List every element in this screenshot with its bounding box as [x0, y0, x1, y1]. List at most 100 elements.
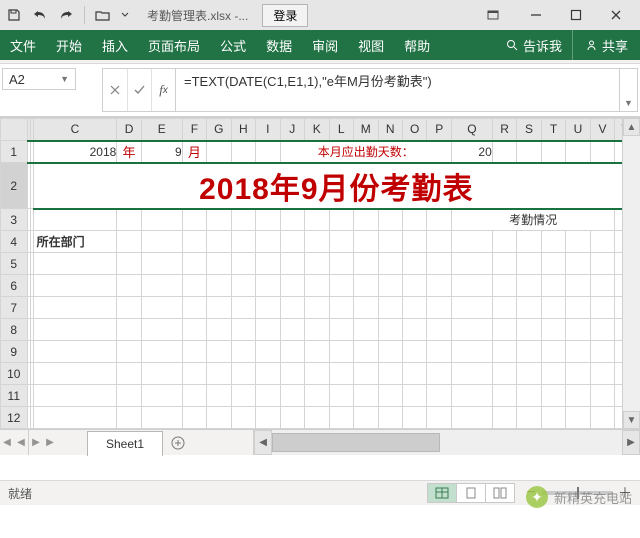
- table-row[interactable]: 10: [1, 363, 623, 385]
- cell[interactable]: 年: [117, 141, 141, 163]
- ribbon-options-icon[interactable]: [476, 0, 510, 30]
- col-header[interactable]: G: [207, 119, 231, 141]
- cell[interactable]: 20: [451, 141, 492, 163]
- tab-nav-prev-icon[interactable]: ◀: [14, 430, 28, 455]
- table-row[interactable]: 11: [1, 385, 623, 407]
- col-header[interactable]: H: [231, 119, 255, 141]
- zoom-out-button[interactable]: −: [527, 484, 536, 502]
- table-row[interactable]: 6: [1, 275, 623, 297]
- col-header[interactable]: C: [33, 119, 117, 141]
- row-header[interactable]: 12: [1, 407, 28, 429]
- qat-dropdown-icon[interactable]: [119, 2, 131, 28]
- col-header[interactable]: K: [305, 119, 329, 141]
- row-header[interactable]: 5: [1, 253, 28, 275]
- col-header[interactable]: J: [280, 119, 304, 141]
- login-button[interactable]: 登录: [262, 4, 308, 27]
- title-cell[interactable]: 2018年9月份考勤表: [33, 163, 622, 209]
- formula-expand-icon[interactable]: ▼: [620, 68, 638, 112]
- row-header[interactable]: 6: [1, 275, 28, 297]
- tab-home[interactable]: 开始: [46, 30, 92, 60]
- tab-formulas[interactable]: 公式: [210, 30, 256, 60]
- col-header[interactable]: L: [329, 119, 353, 141]
- tab-layout[interactable]: 页面布局: [138, 30, 210, 60]
- scroll-right-icon[interactable]: ▶: [622, 430, 640, 455]
- col-header[interactable]: F: [182, 119, 206, 141]
- col-header[interactable]: O: [402, 119, 426, 141]
- table-row[interactable]: 7: [1, 297, 623, 319]
- close-button[interactable]: [596, 0, 636, 30]
- cell[interactable]: 本月应出勤天数：: [280, 141, 451, 163]
- formula-input[interactable]: =TEXT(DATE(C1,E1,1),"e年M月份考勤表"): [175, 68, 620, 112]
- row-header[interactable]: 11: [1, 385, 28, 407]
- undo-icon[interactable]: [30, 2, 50, 28]
- table-row[interactable]: 3 考勤情况: [1, 209, 623, 231]
- cell[interactable]: 9: [141, 141, 182, 163]
- col-header[interactable]: V: [590, 119, 614, 141]
- tab-nav-first-icon[interactable]: ◀: [0, 430, 14, 455]
- redo-icon[interactable]: [56, 2, 76, 28]
- col-header[interactable]: W: [615, 119, 622, 141]
- scroll-left-icon[interactable]: ◀: [254, 430, 272, 455]
- row-header[interactable]: 10: [1, 363, 28, 385]
- name-box[interactable]: A2▼: [2, 68, 76, 90]
- tab-nav-last-icon[interactable]: ▶: [43, 430, 57, 455]
- tab-insert[interactable]: 插入: [92, 30, 138, 60]
- col-header[interactable]: U: [566, 119, 590, 141]
- col-header[interactable]: E: [141, 119, 182, 141]
- col-header[interactable]: T: [541, 119, 565, 141]
- table-row[interactable]: 9: [1, 341, 623, 363]
- col-header[interactable]: M: [354, 119, 378, 141]
- tab-nav-next-icon[interactable]: ▶: [29, 430, 43, 455]
- tab-file[interactable]: 文件: [0, 30, 46, 60]
- fx-icon[interactable]: fx: [151, 69, 175, 111]
- sheet-tab[interactable]: Sheet1: [87, 431, 163, 456]
- enter-formula-icon[interactable]: [127, 69, 151, 111]
- scroll-thumb[interactable]: [272, 433, 440, 452]
- chevron-down-icon[interactable]: ▼: [60, 74, 69, 84]
- grid[interactable]: C D E F G H I J K L M N O P Q R S T U V: [0, 118, 622, 429]
- select-all-corner[interactable]: [1, 119, 28, 141]
- horizontal-scrollbar[interactable]: ◀ ▶: [253, 430, 640, 455]
- table-row[interactable]: 8: [1, 319, 623, 341]
- tab-view[interactable]: 视图: [348, 30, 394, 60]
- col-header[interactable]: P: [427, 119, 451, 141]
- save-icon[interactable]: [4, 2, 24, 28]
- vertical-scrollbar[interactable]: ▲ ▼: [622, 118, 640, 429]
- cell[interactable]: 考勤情况: [451, 209, 614, 231]
- zoom-slider[interactable]: [542, 491, 612, 495]
- cancel-formula-icon[interactable]: [103, 69, 127, 111]
- tab-review[interactable]: 审阅: [302, 30, 348, 60]
- open-icon[interactable]: [93, 2, 113, 28]
- row-header[interactable]: 7: [1, 297, 28, 319]
- table-row[interactable]: 4 所在部门: [1, 231, 623, 253]
- cell[interactable]: 2018: [33, 141, 117, 163]
- col-header[interactable]: I: [256, 119, 280, 141]
- col-header[interactable]: Q: [451, 119, 492, 141]
- col-header[interactable]: S: [517, 119, 541, 141]
- share-button[interactable]: 共享: [572, 30, 640, 60]
- tab-help[interactable]: 帮助: [394, 30, 440, 60]
- cell[interactable]: 月: [182, 141, 206, 163]
- row-header[interactable]: 8: [1, 319, 28, 341]
- row-header[interactable]: 4: [1, 231, 28, 253]
- cell[interactable]: 所在部门: [33, 231, 117, 253]
- row-header[interactable]: 1: [1, 141, 28, 163]
- view-page-layout-icon[interactable]: [456, 483, 486, 503]
- view-page-break-icon[interactable]: [485, 483, 515, 503]
- zoom-in-button[interactable]: ＋: [618, 483, 632, 503]
- table-row[interactable]: 2 2018年9月份考勤表: [1, 163, 623, 209]
- table-row[interactable]: 12: [1, 407, 623, 429]
- table-row[interactable]: 1 2018 年 9 月 本月应出勤天数： 20: [1, 141, 623, 163]
- spreadsheet-table[interactable]: C D E F G H I J K L M N O P Q R S T U V: [0, 118, 622, 429]
- tab-data[interactable]: 数据: [256, 30, 302, 60]
- view-normal-icon[interactable]: [427, 483, 457, 503]
- scroll-track[interactable]: [623, 136, 640, 411]
- scroll-up-icon[interactable]: ▲: [623, 118, 640, 136]
- minimize-button[interactable]: [516, 0, 556, 30]
- scroll-track[interactable]: [272, 430, 622, 455]
- col-header[interactable]: N: [378, 119, 402, 141]
- row-header[interactable]: 2: [1, 163, 28, 209]
- row-header[interactable]: 9: [1, 341, 28, 363]
- new-sheet-button[interactable]: [163, 430, 193, 455]
- scroll-down-icon[interactable]: ▼: [623, 411, 640, 429]
